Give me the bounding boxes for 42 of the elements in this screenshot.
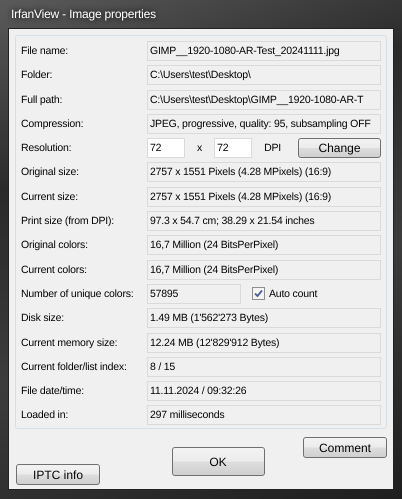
value-field[interactable]: 16,7 Million (24 BitsPerPixel) [147, 260, 381, 280]
field-label: Loaded in: [21, 409, 70, 422]
input-field[interactable]: 72 [214, 138, 252, 158]
value-field[interactable]: C:\Users\test\Desktop\GIMP__1920-1080-AR-T [147, 90, 381, 110]
window-title: IrfanView - Image properties [10, 6, 157, 23]
ok-button[interactable]: OK [172, 447, 264, 476]
unit-text: DPI [264, 142, 281, 154]
field-label: Print size (from DPI): [21, 215, 116, 228]
value-field[interactable]: 57895 [147, 284, 241, 304]
input-field[interactable]: 72 [147, 138, 185, 158]
field-label: File date/time: [21, 385, 85, 398]
field-label: Current colors: [21, 264, 88, 276]
value-field[interactable]: 297 milliseconds [147, 405, 381, 426]
change-button[interactable]: Change [298, 138, 381, 158]
value-field[interactable]: 1.49 MB (1'562'273 Bytes) [147, 308, 381, 328]
field-label: Original colors: [21, 239, 89, 252]
checkbox-label[interactable]: Auto count [269, 288, 318, 300]
value-field[interactable]: JPEG, progressive, quality: 95, subsampling OFF [147, 114, 381, 134]
field-label: Current size: [21, 190, 79, 203]
field-label: Disk size: [21, 312, 65, 324]
field-label: Number of unique colors: [21, 288, 135, 300]
value-field[interactable]: 2757 x 1551 Pixels (4.28 MPixels) (16:9) [147, 162, 381, 182]
field-label: File name: [21, 45, 70, 57]
field-label: Folder: [21, 69, 54, 82]
field-label: Original size: [21, 166, 80, 178]
field-label: Compression: [21, 118, 84, 130]
value-field[interactable]: 12.24 MB (12'829'912 Bytes) [147, 332, 381, 353]
comment-button[interactable]: Comment [303, 437, 387, 458]
value-field[interactable]: 8 / 15 [147, 356, 381, 377]
value-field[interactable]: 16,7 Million (24 BitsPerPixel) [147, 235, 381, 256]
separator-text: x [197, 142, 202, 154]
value-field[interactable]: GIMP__1920-1080-AR-Test_20241111.jpg [147, 41, 381, 61]
checkbox[interactable] [252, 287, 265, 300]
field-label: Full path: [21, 94, 64, 106]
field-label: Current folder/list index: [21, 360, 128, 373]
value-field[interactable]: 11.11.2024 / 09:32:26 [147, 381, 381, 402]
value-field[interactable]: C:\Users\test\Desktop\ [147, 65, 381, 86]
iptc-info-button[interactable]: IPTC info [16, 464, 100, 485]
value-field[interactable]: 97.3 x 54.7 cm; 38.29 x 21.54 inches [147, 211, 381, 232]
value-field[interactable]: 2757 x 1551 Pixels (4.28 MPixels) (16:9) [147, 186, 381, 207]
field-label: Current memory size: [21, 336, 118, 349]
field-label: Resolution: [21, 142, 72, 154]
